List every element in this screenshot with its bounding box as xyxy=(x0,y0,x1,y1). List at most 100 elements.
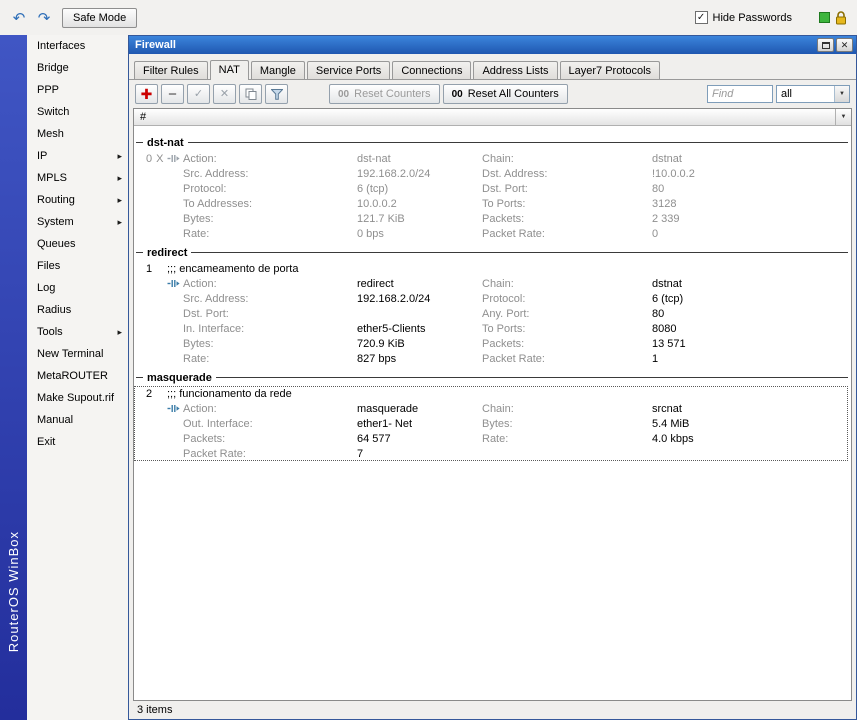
sidebar-item-radius[interactable]: Radius ▸ xyxy=(27,299,128,321)
redo-button[interactable]: ↷ xyxy=(33,8,55,28)
sidebar-item-system[interactable]: System ▸ xyxy=(27,211,128,233)
sidebar-item-routing[interactable]: Routing ▸ xyxy=(27,189,128,211)
tab-nat[interactable]: NAT xyxy=(209,60,249,80)
filter-button[interactable] xyxy=(265,84,288,104)
field-value: 7 xyxy=(357,447,364,460)
nat-action-icon xyxy=(167,154,180,163)
firewall-tabs: Filter Rules NAT Mangle Service Ports Connec… xyxy=(129,54,856,80)
field-label: Action: xyxy=(183,277,217,290)
field-value: 8080 xyxy=(652,322,677,335)
filter-scope-dropdown[interactable]: all ▼ xyxy=(776,85,850,103)
field-label: Dst. Port: xyxy=(482,182,528,195)
sidebar-item-queues[interactable]: Queues ▸ xyxy=(27,233,128,255)
field-label: Protocol: xyxy=(183,182,227,195)
dropdown-arrow-icon: ▼ xyxy=(834,86,849,102)
field-label: Packets: xyxy=(183,432,226,445)
field-value: 80 xyxy=(652,307,665,320)
sidebar-item-new-terminal[interactable]: New Terminal ▸ xyxy=(27,343,128,365)
rule-number: 0X xyxy=(146,152,164,165)
field-label: Packets: xyxy=(482,337,525,350)
sidebar-item-log[interactable]: Log ▸ xyxy=(27,277,128,299)
field-label: To Ports: xyxy=(482,197,526,210)
sidebar-item-ip[interactable]: IP ▸ xyxy=(27,145,128,167)
list-header[interactable]: # ▼ xyxy=(134,109,851,126)
disable-rule-button[interactable]: ✕ xyxy=(213,84,236,104)
field-label: Chain: xyxy=(482,152,514,165)
maximize-button[interactable] xyxy=(817,38,834,52)
field-label: Rate: xyxy=(183,227,210,240)
field-value: 2 339 xyxy=(652,212,680,225)
nat-action-icon xyxy=(167,404,180,413)
sidebar-item-tools[interactable]: Tools ▸ xyxy=(27,321,128,343)
reset-counters-icon: 00 xyxy=(338,88,350,100)
sidebar-item-metarouter[interactable]: MetaROUTER ▸ xyxy=(27,365,128,387)
field-label: Bytes: xyxy=(482,417,513,430)
field-label: Chain: xyxy=(482,402,514,415)
reset-all-counters-button[interactable]: 00 Reset All Counters xyxy=(442,84,568,104)
minus-icon: − xyxy=(168,85,177,103)
tab-address-lists[interactable]: Address Lists xyxy=(473,61,558,79)
items-count: 3 items xyxy=(137,704,173,716)
tab-filter-rules[interactable]: Filter Rules xyxy=(134,61,208,79)
close-button[interactable]: ✕ xyxy=(836,38,853,52)
separator-line xyxy=(136,142,143,143)
reset-all-counters-label: Reset All Counters xyxy=(467,88,559,100)
hide-passwords-checkbox[interactable]: ✓ xyxy=(694,11,708,24)
connection-status-indicator xyxy=(819,12,830,23)
field-value: masquerade xyxy=(357,402,419,415)
nat-rule-1[interactable]: 1 ;;; encameamento de porta Action: redirec… xyxy=(134,261,851,366)
find-input[interactable] xyxy=(707,85,773,103)
sidebar-item-label: Manual xyxy=(37,414,74,426)
field-label: Any. Port: xyxy=(482,307,530,320)
sidebar-item-exit[interactable]: Exit ▸ xyxy=(27,431,128,453)
sidebar-item-label: Radius xyxy=(37,304,72,316)
field-value: !10.0.0.2 xyxy=(652,167,695,180)
redo-icon: ↷ xyxy=(37,9,51,27)
nat-rule-2[interactable]: 2 ;;; funcionamento da rede Action: masquer… xyxy=(134,386,848,461)
sidebar-item-interfaces[interactable]: Interfaces ▸ xyxy=(27,35,128,57)
sidebar-item-mpls[interactable]: MPLS ▸ xyxy=(27,167,128,189)
checkmark-icon: ✓ xyxy=(696,11,706,23)
sidebar-item-label: MetaROUTER xyxy=(37,370,108,382)
field-value: 0 bps xyxy=(357,227,384,240)
undo-button[interactable]: ↶ xyxy=(8,8,30,28)
copy-rule-button[interactable] xyxy=(239,84,262,104)
sidebar-item-label: IP xyxy=(37,150,48,162)
undo-icon: ↶ xyxy=(12,9,26,27)
tab-mangle[interactable]: Mangle xyxy=(250,61,305,79)
firewall-window: Firewall ✕ Filter Rules NAT Mangle Service … xyxy=(128,35,857,720)
field-label: Packet Rate: xyxy=(183,447,246,460)
nat-action-icon xyxy=(167,279,180,288)
separator-line xyxy=(136,377,143,378)
sidebar-item-label: Files xyxy=(37,260,61,272)
firewall-titlebar[interactable]: Firewall ✕ xyxy=(129,36,856,54)
reset-counters-button[interactable]: 00 Reset Counters xyxy=(329,84,440,104)
sidebar-item-ppp[interactable]: PPP ▸ xyxy=(27,79,128,101)
column-chooser-button[interactable]: ▼ xyxy=(835,109,851,125)
add-rule-button[interactable]: ✚ xyxy=(135,84,158,104)
lock-icon xyxy=(835,10,847,25)
enable-rule-button[interactable]: ✓ xyxy=(187,84,210,104)
tab-layer7-protocols[interactable]: Layer7 Protocols xyxy=(559,61,661,79)
sidebar-item-make-supout-rif[interactable]: Make Supout.rif ▸ xyxy=(27,387,128,409)
sidebar-item-switch[interactable]: Switch ▸ xyxy=(27,101,128,123)
window-title: Firewall xyxy=(135,39,176,51)
nat-rule-0[interactable]: 0 X Action: dst-nat Chain: dstnat Src. Address… xyxy=(134,151,851,241)
sidebar-item-bridge[interactable]: Bridge ▸ xyxy=(27,57,128,79)
field-value: 827 bps xyxy=(357,352,397,365)
remove-rule-button[interactable]: − xyxy=(161,84,184,104)
hide-passwords-label: Hide Passwords xyxy=(712,11,792,24)
field-value: ether5-Clients xyxy=(357,322,426,335)
safe-mode-button[interactable]: Safe Mode xyxy=(62,7,138,28)
sidebar-item-files[interactable]: Files ▸ xyxy=(27,255,128,277)
disabled-flag: X xyxy=(156,152,164,165)
action-icon-cell xyxy=(167,404,183,413)
action-icon-cell xyxy=(167,154,183,163)
sidebar-item-label: Tools xyxy=(37,326,63,338)
funnel-icon xyxy=(270,88,283,100)
tab-service-ports[interactable]: Service Ports xyxy=(306,61,391,79)
sidebar-item-mesh[interactable]: Mesh ▸ xyxy=(27,123,128,145)
tab-connections[interactable]: Connections xyxy=(392,61,472,79)
field-label: Action: xyxy=(183,402,217,415)
sidebar-item-manual[interactable]: Manual ▸ xyxy=(27,409,128,431)
